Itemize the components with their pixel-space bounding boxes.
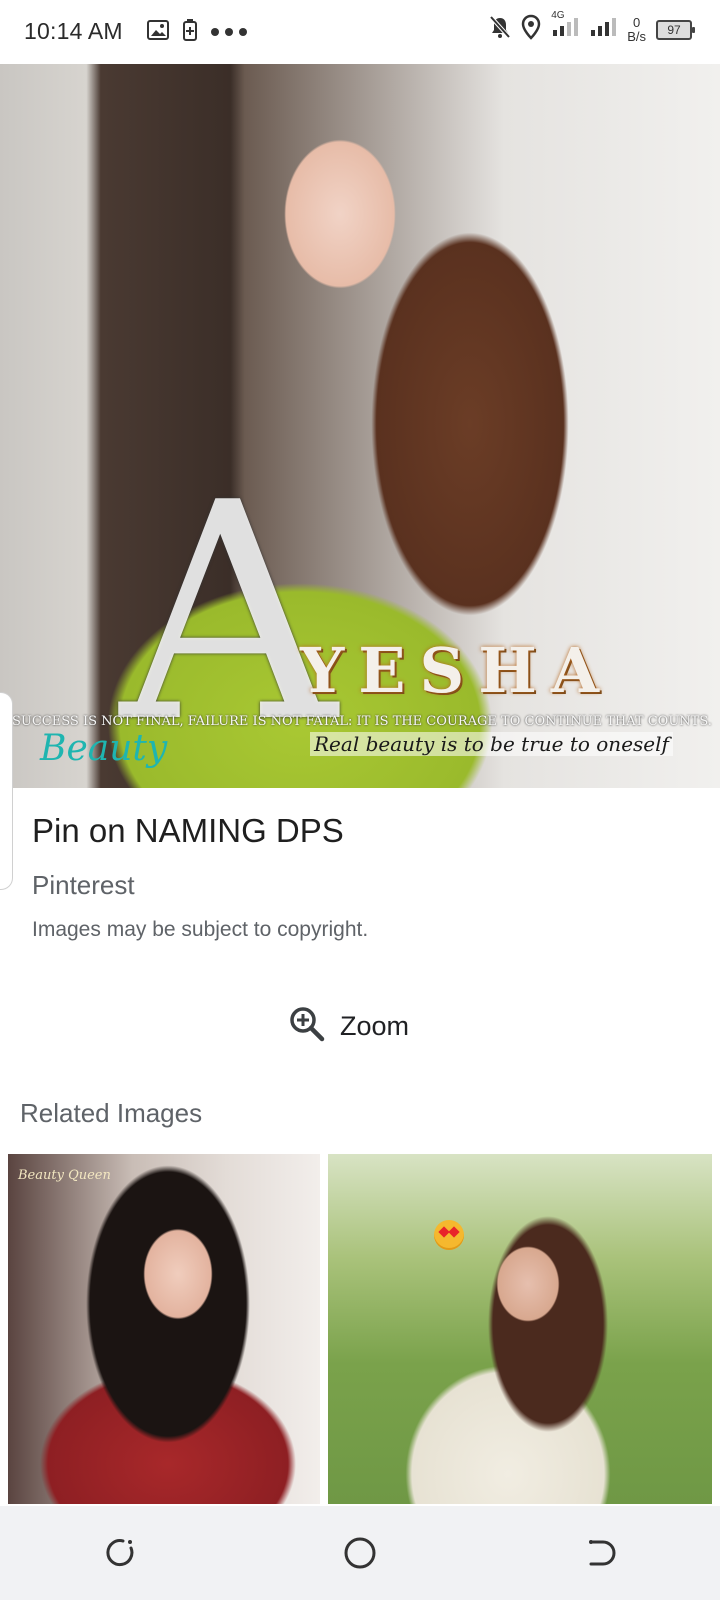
battery-saver-icon	[182, 18, 198, 47]
battery-indicator: 97	[656, 19, 695, 40]
home-icon[interactable]	[330, 1523, 390, 1583]
system-nav-bar	[0, 1506, 720, 1600]
zoom-label: Zoom	[340, 1010, 410, 1041]
zoom-in-icon	[288, 1005, 326, 1048]
copyright-notice: Images may be subject to copyright.	[32, 918, 369, 941]
zoom-button[interactable]: Zoom	[288, 1003, 409, 1049]
signal-icon	[589, 16, 617, 43]
mute-icon	[489, 15, 511, 44]
status-right-icons: 4G 0 B/s 97	[489, 10, 695, 45]
pin-source[interactable]: Pinterest	[32, 870, 135, 901]
related-image-1[interactable]: Beauty Queen	[8, 1154, 320, 1504]
net-speed-value: 0	[632, 14, 641, 30]
image-icon	[146, 19, 170, 46]
related-image-overlay-text: Beauty Queen	[18, 1168, 111, 1183]
pin-title[interactable]: Pin on NAMING DPS	[32, 812, 344, 850]
overlay-name: YESHA	[300, 634, 613, 707]
location-icon	[521, 14, 541, 45]
status-left-icons	[146, 18, 248, 47]
network-type-label: 4G	[551, 10, 565, 21]
related-images-heading: Related Images	[20, 1098, 203, 1128]
overlay-quote: SUCCESS IS NOT FINAL, FAILURE IS NOT FAT…	[12, 714, 712, 729]
side-panel-handle[interactable]	[0, 692, 13, 890]
overlay-caption: Real beauty is to be true to oneself	[310, 732, 673, 756]
net-speed-unit: B/s	[627, 28, 646, 44]
overlay-script: Beauty	[40, 728, 168, 769]
main-image[interactable]: A YESHA SUCCESS IS NOT FINAL, FAILURE IS…	[0, 64, 720, 788]
back-icon[interactable]	[570, 1523, 630, 1583]
signal-icon: 4G	[551, 10, 579, 43]
more-dots-icon	[210, 24, 248, 42]
related-image-2[interactable]	[328, 1154, 712, 1504]
heart-eyes-emoji-icon	[434, 1220, 464, 1250]
status-time: 10:14 AM	[24, 18, 123, 44]
status-bar: 10:14 AM 4G 0 B/s 97	[0, 0, 720, 64]
net-speed: 0 B/s	[627, 14, 646, 44]
recent-apps-icon[interactable]	[90, 1523, 150, 1583]
